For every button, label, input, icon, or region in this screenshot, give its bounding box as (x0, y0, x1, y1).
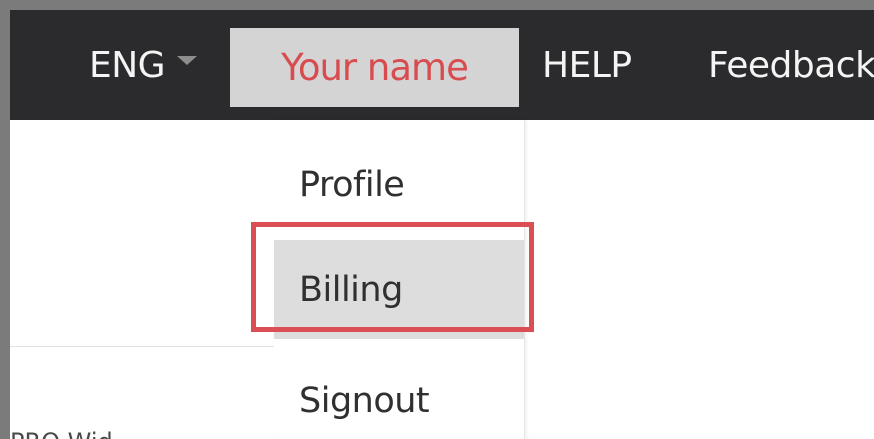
help-label: HELP (542, 44, 632, 86)
top-navigation: ENG Your name HELP Feedback (10, 10, 874, 120)
feedback-link[interactable]: Feedback (708, 10, 874, 120)
billing-menu-item[interactable]: Billing (274, 240, 524, 339)
content-divider (10, 346, 274, 347)
profile-menu-item[interactable]: Profile (274, 140, 524, 230)
language-selector[interactable]: ENG (89, 10, 198, 120)
partially-visible-page-text: PRO Wid (10, 430, 160, 439)
profile-label: Profile (299, 165, 405, 205)
signout-menu-item[interactable]: Signout (274, 356, 524, 439)
user-name-label: Your name (281, 46, 469, 89)
language-label: ENG (89, 44, 166, 86)
help-link[interactable]: HELP (542, 10, 632, 120)
billing-label: Billing (299, 269, 403, 310)
signout-label: Signout (299, 381, 430, 421)
user-dropdown-menu: Profile Billing Signout (274, 120, 524, 439)
feedback-label: Feedback (708, 44, 874, 86)
application-window: ENG Your name HELP Feedback PRO Wid Prof… (10, 10, 874, 439)
dropdown-caret-icon (177, 55, 198, 65)
user-menu-button[interactable]: Your name (230, 28, 519, 107)
